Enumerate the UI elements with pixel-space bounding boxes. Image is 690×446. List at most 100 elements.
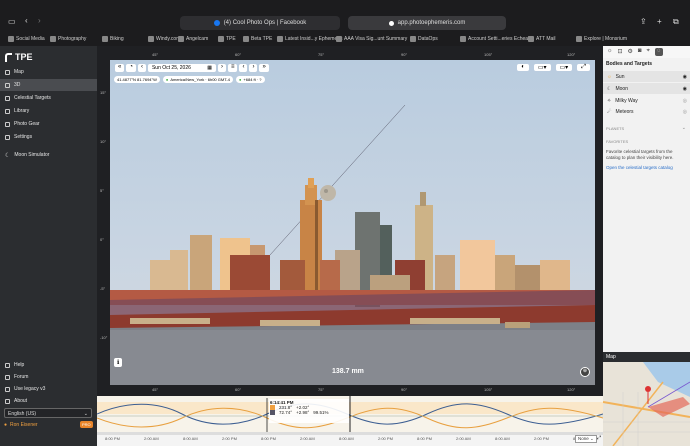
sidebar-item-about[interactable]: About bbox=[0, 395, 97, 407]
tab-settings-icon[interactable]: ⚙ bbox=[628, 48, 633, 56]
user-account[interactable]: ● Ron Eisener bbox=[4, 422, 38, 428]
skip-forward-button[interactable]: » bbox=[259, 64, 269, 72]
body-row-sun[interactable]: ☼ Sun ◉ bbox=[603, 71, 690, 82]
eye-off-icon[interactable]: ◎ bbox=[683, 98, 687, 104]
timeline-select[interactable]: None ⌄ bbox=[575, 435, 597, 443]
tab-lock-icon[interactable]: ⊡ bbox=[618, 48, 623, 56]
3d-scene[interactable]: « ◔ ‹ Sun Oct 25, 2026 ▦ › ≡ ‹ › » 41.487… bbox=[110, 60, 595, 385]
grid-dropdown[interactable]: ▭▾ bbox=[533, 64, 551, 71]
sidebar-item-celestial-targets[interactable]: Celestial Targets bbox=[0, 92, 97, 104]
menu-button[interactable]: ≡ bbox=[227, 64, 238, 72]
bookmark-item[interactable]: Beta TPE bbox=[243, 36, 272, 42]
catalog-link[interactable]: Open the celestial targets catalog bbox=[606, 165, 688, 170]
date-field[interactable]: Sun Oct 25, 2026 ▦ bbox=[147, 64, 216, 72]
date-toolbar: « ◔ ‹ Sun Oct 25, 2026 ▦ › ≡ ‹ › » bbox=[115, 64, 269, 72]
sidebar-item-map[interactable]: Map bbox=[0, 66, 97, 78]
bookmark-item[interactable]: Account Setti...eries Echeals bbox=[460, 36, 532, 42]
body-label: Moon bbox=[615, 85, 628, 92]
bookmark-label: Latest Insid...y Ephemeris bbox=[285, 36, 343, 42]
bookmark-item[interactable]: DataOps bbox=[410, 36, 438, 42]
elevation-pill[interactable]: ● +684 ft · ? bbox=[235, 76, 265, 83]
info-button[interactable]: ℹ bbox=[114, 358, 123, 367]
prev-day-button[interactable]: ‹ bbox=[137, 64, 146, 72]
tab-sun-icon[interactable]: ☼ bbox=[607, 48, 613, 56]
body-row-moon[interactable]: ☾ Moon ◉ bbox=[603, 83, 690, 94]
sidebar-item-forum[interactable]: Forum bbox=[0, 371, 97, 383]
user-icon: ● bbox=[4, 422, 8, 428]
new-tab-icon[interactable]: + bbox=[657, 17, 662, 26]
bookmark-item[interactable]: Angelcam bbox=[178, 36, 208, 42]
timezone-pill[interactable]: ● America/New_York · 6h00 GMT-4 bbox=[162, 76, 233, 83]
sidebar-toggle-icon[interactable]: ▭ bbox=[8, 17, 16, 26]
sidebar-item-moon-simulator[interactable]: ☾ Moon Simulator bbox=[0, 149, 97, 161]
map-svg bbox=[603, 362, 690, 446]
sidebar-item-library[interactable]: Library bbox=[0, 105, 97, 117]
date-value: Sun Oct 25, 2026 bbox=[151, 65, 191, 71]
coordinates-pill[interactable]: 41.4877°N 81.7694°W bbox=[114, 76, 160, 83]
timeline-tick-label: 2:00 PM bbox=[534, 436, 549, 441]
expand-icon[interactable]: ⤢ bbox=[597, 435, 601, 441]
moon-icon: ☾ bbox=[607, 85, 612, 92]
bookmark-icon bbox=[576, 36, 582, 42]
map-panel[interactable]: Map bbox=[603, 352, 690, 446]
focal-length-label: 138.7 mm bbox=[332, 368, 364, 375]
body-row-milky-way[interactable]: ✧ Milky Way ◎ bbox=[603, 95, 690, 106]
sidebar: TPE Map 3D Celestial Targets Library Pho… bbox=[0, 46, 97, 446]
layers-button[interactable]: ◐ bbox=[517, 64, 529, 71]
next-button[interactable]: › bbox=[249, 64, 258, 72]
bookmark-item[interactable]: Social Media bbox=[8, 36, 45, 42]
timeline-tick-label: 8:00 PM bbox=[417, 436, 432, 441]
eye-icon[interactable]: ◉ bbox=[683, 86, 687, 92]
sidebar-item-legacy[interactable]: Use legacy v3 bbox=[0, 383, 97, 395]
eye-off-icon[interactable]: ◎ bbox=[683, 109, 687, 115]
tab-overview-icon[interactable]: ⧉ bbox=[673, 17, 679, 27]
body-row-meteors[interactable]: ☄ Meteors ◎ bbox=[603, 106, 690, 117]
panel-tabs: ☼ ⊡ ⚙ ◙ ⌖ ◌ bbox=[603, 46, 690, 58]
planets-chevron-icon[interactable]: ⌄ bbox=[682, 125, 686, 131]
view-dropdown[interactable]: ▭▾ bbox=[555, 64, 573, 71]
sidebar-item-photo-gear[interactable]: Photo Gear bbox=[0, 118, 97, 130]
language-select[interactable]: English (US) ⌄ bbox=[4, 408, 92, 418]
skip-back-button[interactable]: « bbox=[115, 64, 125, 72]
prev-button[interactable]: ‹ bbox=[239, 64, 248, 72]
bookmark-item[interactable]: Biking bbox=[102, 36, 124, 42]
next-day-button[interactable]: › bbox=[217, 64, 226, 72]
forward-icon[interactable]: › bbox=[38, 16, 41, 25]
sidebar-item-label: Forum bbox=[14, 374, 29, 380]
address-bar[interactable]: app.photoephemeris.com bbox=[348, 16, 506, 30]
sidebar-item-label: About bbox=[14, 398, 28, 404]
bookmark-item[interactable]: ATT Mail bbox=[528, 36, 556, 42]
browser-tab-facebook[interactable]: (4) Cool Photo Ops | Facebook bbox=[180, 16, 340, 30]
clock-button[interactable]: ◔ bbox=[126, 64, 136, 72]
axis-tick-label: 75° bbox=[318, 52, 325, 57]
axis-tick-label: -5° bbox=[100, 286, 106, 291]
fullscreen-button[interactable]: ⤢ bbox=[577, 64, 590, 71]
sidebar-item-3d[interactable]: 3D bbox=[0, 79, 97, 91]
compass-icon[interactable]: ⊕ bbox=[580, 367, 590, 377]
sidebar-item-help[interactable]: Help bbox=[0, 359, 97, 371]
share-icon[interactable]: ⇪ bbox=[640, 17, 647, 26]
bookmark-item[interactable]: Windy.com bbox=[148, 36, 180, 42]
bookmark-item[interactable]: Photography bbox=[50, 36, 86, 42]
chevron-down-icon: ⌄ bbox=[83, 411, 88, 417]
bookmark-item[interactable]: TPE bbox=[218, 36, 236, 42]
bookmark-item[interactable]: Latest Insid...y Ephemeris bbox=[277, 36, 343, 42]
axis-tick-label: 120° bbox=[567, 387, 576, 392]
timeline-tick-label: 8:00 AM bbox=[183, 436, 198, 441]
eye-icon[interactable]: ◉ bbox=[683, 74, 687, 80]
bookmark-item[interactable]: Explore | Monsrium bbox=[576, 36, 627, 42]
tab-celestial-icon[interactable]: ◌ bbox=[654, 48, 663, 56]
sidebar-item-settings[interactable]: Settings bbox=[0, 131, 97, 143]
bookmark-item[interactable]: AAA Visa Sig...unt Summary bbox=[336, 36, 407, 42]
back-icon[interactable]: ‹ bbox=[25, 16, 28, 25]
tab-filter-icon[interactable]: ⌖ bbox=[647, 48, 650, 56]
bookmark-icon bbox=[336, 36, 342, 42]
axis-tick-label: 15° bbox=[100, 90, 107, 95]
app-logo[interactable]: TPE bbox=[5, 52, 33, 62]
bookmark-icon bbox=[410, 36, 416, 42]
tab-camera-icon[interactable]: ◙ bbox=[638, 48, 642, 56]
timeline-panel[interactable]: 6:14:41 PM 231.8° +2.02° 72.74° +2.98° 99.5… bbox=[97, 396, 603, 446]
body-label: Milky Way bbox=[615, 97, 638, 104]
app-name: TPE bbox=[15, 52, 33, 62]
bookmark-label: TPE bbox=[226, 36, 236, 42]
